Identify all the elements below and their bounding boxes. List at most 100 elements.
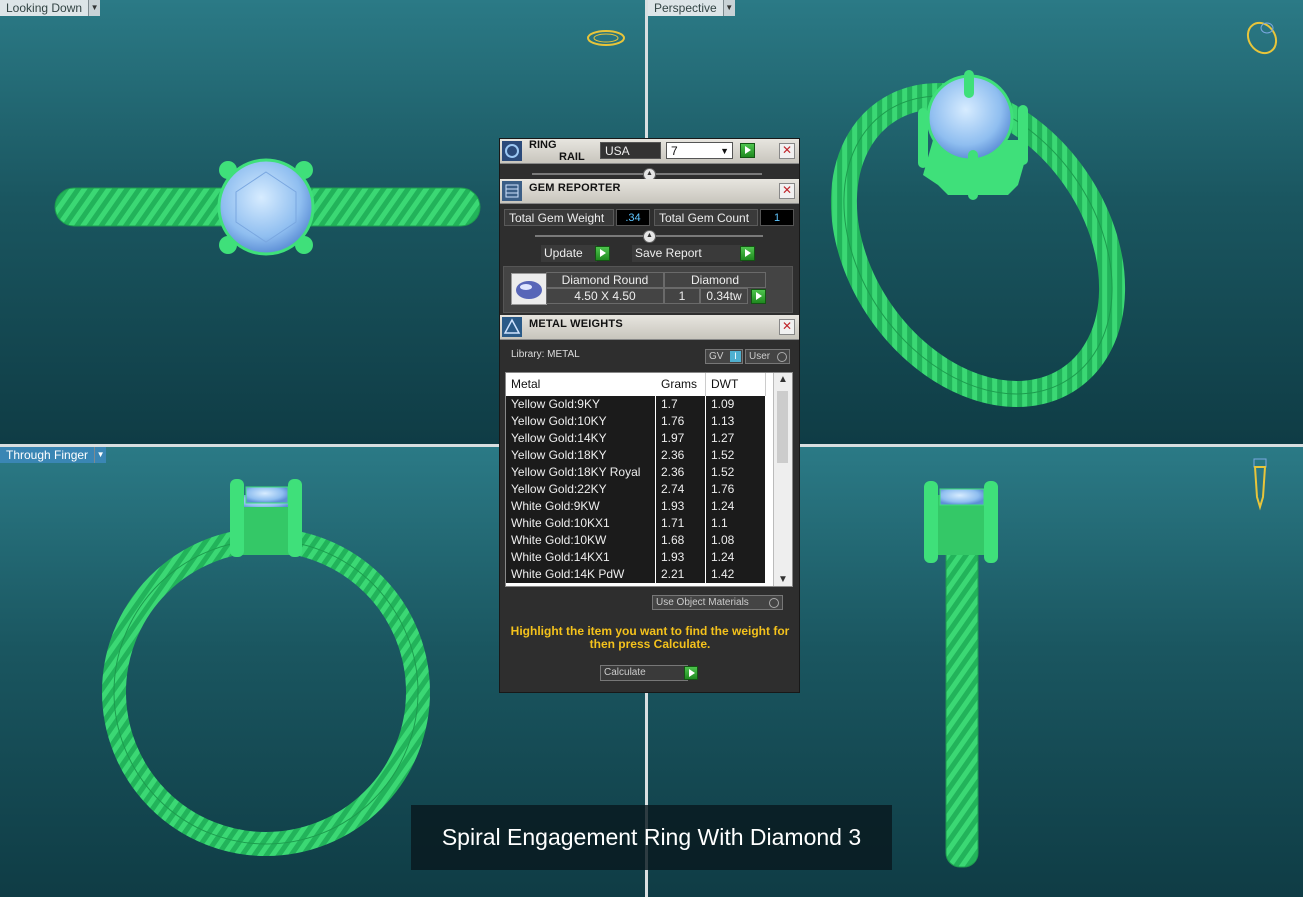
dwt-cell: 1.42 <box>706 566 766 583</box>
grams-cell: 1.71 <box>656 515 706 532</box>
dwt-cell: 1.1 <box>706 515 766 532</box>
dwt-cell: 1.52 <box>706 464 766 481</box>
dwt-cell: 1.27 <box>706 430 766 447</box>
table-row[interactable]: White Gold:14K PdW 2.21 1.42 <box>506 566 766 584</box>
ring-rail-icon <box>502 141 522 161</box>
column-header-grams: Grams <box>656 373 706 396</box>
gem-reporter-header: GEM REPORTER ✕ <box>500 179 799 204</box>
grams-cell: 2.74 <box>656 481 706 498</box>
metal-cell: Yellow Gold:9KY <box>506 396 656 413</box>
update-button[interactable]: Update <box>541 245 597 262</box>
metal-cell: Yellow Gold:14KY <box>506 430 656 447</box>
gv-toggle[interactable]: GV I <box>705 349 743 364</box>
total-gem-count-label: Total Gem Count <box>654 209 758 226</box>
metal-cell: White Gold:14KX1 <box>506 549 656 566</box>
grams-cell: 1.93 <box>656 549 706 566</box>
gem-quantity: 1 <box>664 288 700 304</box>
metal-cell: Yellow Gold:10KY <box>506 413 656 430</box>
metal-cell: Yellow Gold:18KY <box>506 447 656 464</box>
column-header-dwt: DWT <box>706 373 766 396</box>
table-row[interactable]: White Gold:10KW 1.68 1.08 <box>506 532 766 550</box>
gem-select-go-button[interactable] <box>751 289 766 304</box>
viewport-label-looking-down[interactable]: Looking Down ▼ <box>0 0 101 16</box>
dwt-cell: 1.09 <box>706 396 766 413</box>
metal-cell: White Gold:9KW <box>506 498 656 515</box>
viewport-label-text: Perspective <box>648 0 723 16</box>
gem-reporter-slider-handle[interactable]: ▲ <box>643 230 656 243</box>
table-row[interactable]: Yellow Gold:10KY 1.76 1.13 <box>506 413 766 431</box>
viewport-label-through-finger[interactable]: Through Finger ▼ <box>0 447 107 463</box>
gem-shape: Diamond Round <box>546 272 664 288</box>
toggle-off-icon <box>777 352 787 362</box>
toggle-off-icon <box>769 598 779 608</box>
ring-orientation-icon <box>587 30 625 46</box>
total-gem-weight-value: .34 <box>616 209 650 226</box>
ring-rail-title-line1: RING <box>529 139 557 151</box>
metal-weights-close-button[interactable]: ✕ <box>779 319 795 335</box>
grams-cell: 2.36 <box>656 447 706 464</box>
metal-weights-title: METAL WEIGHTS <box>529 318 623 330</box>
viewport-label-perspective[interactable]: Perspective ▼ <box>648 0 735 16</box>
calculate-go-button[interactable] <box>684 666 698 680</box>
ring-size-value: 7 <box>671 144 678 158</box>
dwt-cell: 1.52 <box>706 447 766 464</box>
dwt-cell: 1.24 <box>706 498 766 515</box>
table-scrollbar[interactable]: ▲ ▼ <box>773 373 792 586</box>
ring-rail-go-button[interactable] <box>740 143 755 158</box>
ring-rail-title-line2: RAIL <box>559 151 585 163</box>
total-gem-count-value: 1 <box>760 209 794 226</box>
use-object-materials-label: Use Object Materials <box>656 597 749 608</box>
dropdown-arrow-icon[interactable]: ▼ <box>88 0 101 16</box>
update-go-button[interactable] <box>595 246 610 261</box>
table-row[interactable]: Yellow Gold:18KY 2.36 1.52 <box>506 447 766 465</box>
video-caption: Spiral Engagement Ring With Diamond 3 <box>411 805 892 870</box>
ring-size-select[interactable]: 7 ▼ <box>666 142 733 159</box>
table-row[interactable]: Yellow Gold:18KY Royal 2.36 1.52 <box>506 464 766 482</box>
gem-reporter-close-button[interactable]: ✕ <box>779 183 795 199</box>
calculate-hint: Highlight the item you want to find the … <box>510 624 790 651</box>
toggle-on-icon: I <box>730 351 741 362</box>
grams-cell: 1.68 <box>656 532 706 549</box>
ring-orientation-icon <box>1253 458 1267 511</box>
ring-rail-header: RING RAIL USA 7 ▼ ✕ <box>500 139 799 164</box>
gem-list-item[interactable]: Diamond Round Diamond 4.50 X 4.50 1 0.34… <box>503 266 793 313</box>
metal-cell: Yellow Gold:18KY Royal <box>506 464 656 481</box>
metal-weights-header: METAL WEIGHTS ✕ <box>500 315 799 340</box>
grams-cell: 1.76 <box>656 413 706 430</box>
scroll-up-icon[interactable]: ▲ <box>774 374 792 385</box>
ring-rail-close-button[interactable]: ✕ <box>779 143 795 159</box>
dwt-cell: 1.13 <box>706 413 766 430</box>
dwt-cell: 1.76 <box>706 481 766 498</box>
dwt-cell: 1.24 <box>706 549 766 566</box>
gv-toggle-label: GV <box>709 351 724 362</box>
metal-cell: White Gold:10KX1 <box>506 515 656 532</box>
metal-cell: White Gold:10KW <box>506 532 656 549</box>
scrollbar-thumb[interactable] <box>777 391 788 463</box>
dropdown-arrow-icon[interactable]: ▼ <box>94 447 107 463</box>
user-toggle[interactable]: User <box>745 349 790 364</box>
grams-cell: 2.36 <box>656 464 706 481</box>
scroll-down-icon[interactable]: ▼ <box>774 574 792 585</box>
ring-standard-select[interactable]: USA <box>600 142 661 159</box>
save-report-go-button[interactable] <box>740 246 755 261</box>
dropdown-arrow-icon[interactable]: ▼ <box>722 0 735 16</box>
library-label: Library: METAL <box>511 349 580 360</box>
total-gem-weight-label: Total Gem Weight <box>504 209 614 226</box>
table-row[interactable]: Yellow Gold:9KY 1.7 1.09 <box>506 396 766 414</box>
user-toggle-label: User <box>749 351 771 362</box>
table-header: Metal Grams DWT <box>506 373 766 396</box>
viewport-label-text: Through Finger <box>0 447 95 463</box>
diamond-thumbnail-icon <box>511 273 547 305</box>
table-row[interactable]: White Gold:9KW 1.93 1.24 <box>506 498 766 516</box>
calculate-button[interactable]: Calculate <box>600 665 688 681</box>
calculate-button-label: Calculate <box>604 667 646 678</box>
grams-cell: 1.97 <box>656 430 706 447</box>
save-report-button[interactable]: Save Report <box>632 245 742 262</box>
table-row[interactable]: Yellow Gold:22KY 2.74 1.76 <box>506 481 766 499</box>
table-row[interactable]: White Gold:10KX1 1.71 1.1 <box>506 515 766 533</box>
chevron-down-icon: ▼ <box>720 146 729 156</box>
table-row[interactable]: White Gold:14KX1 1.93 1.24 <box>506 549 766 567</box>
metal-weights-table[interactable]: Metal Grams DWT Yellow Gold:9KY 1.7 1.09 Ye… <box>505 372 793 587</box>
table-row[interactable]: Yellow Gold:14KY 1.97 1.27 <box>506 430 766 448</box>
use-object-materials-toggle[interactable]: Use Object Materials <box>652 595 783 610</box>
